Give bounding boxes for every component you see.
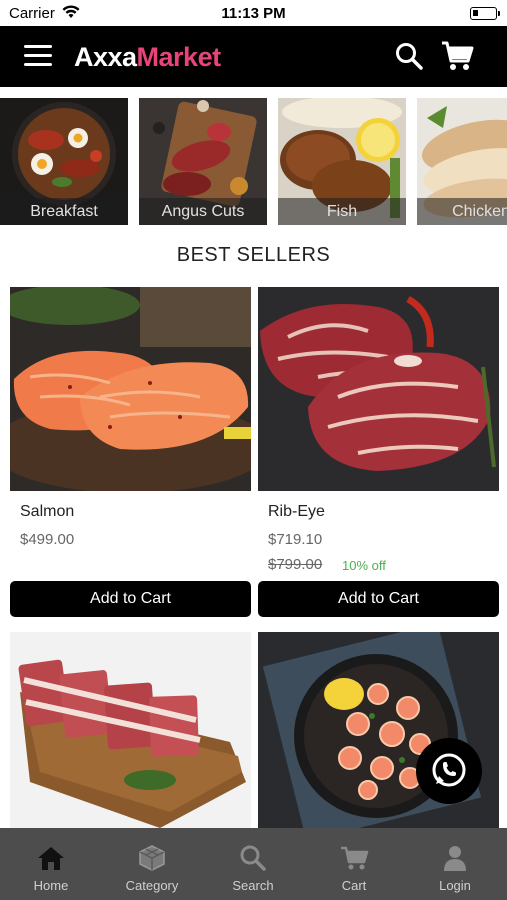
discount-badge: 10% off [342, 558, 386, 573]
nav-item-cart[interactable]: Cart [303, 828, 405, 900]
nav-label: Category [125, 878, 179, 893]
whatsapp-icon [432, 753, 466, 787]
product-price: $719.10 [268, 531, 323, 548]
nav-label: Home [33, 878, 69, 893]
nav-item-category[interactable]: Category [101, 828, 203, 900]
category-tile-angus-cuts[interactable]: Angus Cuts [139, 98, 267, 225]
search-icon [240, 845, 266, 871]
app-header: AxxaMarket [0, 26, 507, 87]
battery-icon [470, 7, 500, 20]
whatsapp-chat-button[interactable] [416, 738, 482, 804]
nav-label: Login [439, 878, 471, 893]
category-tile-fish[interactable]: Fish [278, 98, 406, 225]
hamburger-menu-icon[interactable] [24, 45, 52, 67]
product-original-price: $799.00 [268, 556, 323, 573]
logo-text-primary: Axxa [74, 42, 137, 72]
category-label: Chicken [417, 198, 507, 225]
rib-eye-image [258, 287, 499, 491]
home-icon [38, 847, 64, 870]
salmon-image [10, 287, 251, 491]
user-icon [444, 846, 466, 871]
product-image[interactable] [258, 287, 499, 491]
nav-item-login[interactable]: Login [404, 828, 506, 900]
cart-icon[interactable] [440, 39, 474, 73]
product-image[interactable] [10, 632, 251, 828]
product-price: $499.00 [20, 531, 75, 548]
logo-text-accent: Market [136, 42, 222, 72]
add-to-cart-button[interactable]: Add to Cart [10, 581, 251, 617]
category-tile-breakfast[interactable]: Breakfast [0, 98, 128, 225]
product-name: Rib-Eye [268, 503, 325, 520]
app-logo: AxxaMarket [74, 42, 221, 73]
product-name: Salmon [20, 503, 75, 520]
section-title: BEST SELLERS [176, 244, 331, 266]
category-label: Breakfast [0, 198, 128, 225]
category-label: Fish [278, 198, 406, 225]
category-icon [139, 845, 165, 871]
status-bar: Carrier 11:13 PM [0, 0, 507, 26]
product-image[interactable] [10, 287, 251, 491]
nav-label: Search [232, 878, 274, 893]
nav-item-search[interactable]: Search [202, 828, 304, 900]
category-carousel[interactable]: Breakfast Angus Cuts Fish Chicken [0, 98, 507, 225]
category-tile-chicken[interactable]: Chicken [417, 98, 507, 225]
search-icon[interactable] [394, 41, 424, 71]
bottom-navigation-bar: Home Category Search Cart Login [0, 828, 507, 900]
category-label: Angus Cuts [139, 198, 267, 225]
status-time: 11:13 PM [221, 5, 286, 22]
bacon-image [10, 632, 251, 828]
nav-item-home[interactable]: Home [0, 828, 102, 900]
nav-label: Cart [341, 878, 367, 893]
cart-icon [341, 846, 369, 870]
add-to-cart-button[interactable]: Add to Cart [258, 581, 499, 617]
